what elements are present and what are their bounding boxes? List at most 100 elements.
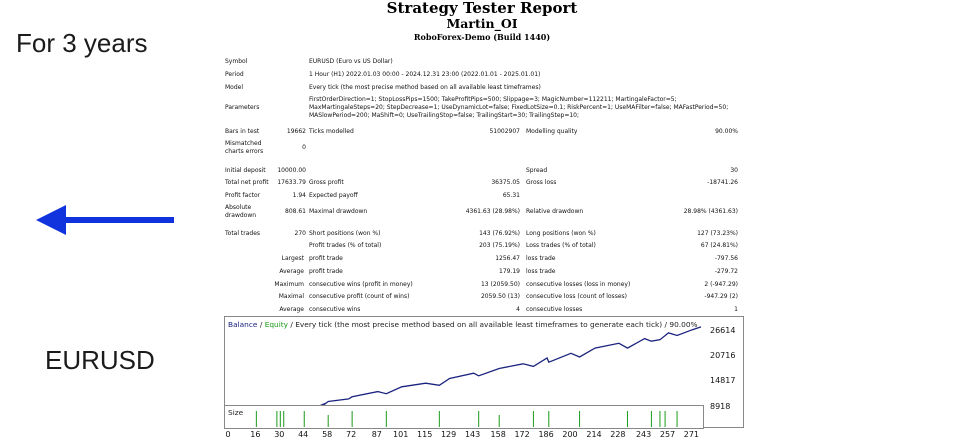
x-tick-label: 58 xyxy=(322,430,333,439)
report-header: Strategy Tester Report Martin_OI RoboFor… xyxy=(222,0,742,43)
relative-drawdown-value: 28.98% (4361.63) xyxy=(683,208,738,215)
x-tick-label: 243 xyxy=(635,430,652,439)
deposit-value: 10000.00 xyxy=(277,167,306,174)
short-positions-label: Short positions (won %) xyxy=(309,230,381,237)
size-chart-plot xyxy=(255,411,678,427)
x-tick-label: 214 xyxy=(586,430,602,439)
mismatch-value: 0 xyxy=(302,144,306,151)
loss-trades-value: 67 (24.81%) xyxy=(700,242,738,249)
symbol-label: Symbol xyxy=(225,58,248,65)
total-trades-value: 270 xyxy=(294,230,306,237)
max-consecutive-wins-label: consecutive wins (profit in money) xyxy=(309,281,413,288)
largest-label: Largest xyxy=(281,255,304,262)
maximal-consecutive-loss-value: -947.29 (2) xyxy=(704,293,738,300)
model-value: Every tick (the most precise method base… xyxy=(309,84,541,91)
gross-profit-value: 36375.05 xyxy=(491,179,520,186)
expected-payoff-value: 65.31 xyxy=(502,192,520,199)
largest-loss-value: -797.56 xyxy=(714,255,738,262)
spread-label: Spread xyxy=(526,167,548,174)
ticks-label: Ticks modelled xyxy=(309,128,354,135)
profit-factor-value: 1.94 xyxy=(292,192,306,199)
relative-drawdown-label: Relative drawdown xyxy=(526,208,584,215)
y-tick-label: 14817 xyxy=(710,376,736,385)
maximum-label: Maximum xyxy=(274,281,304,288)
maximal-drawdown-label: Maximal drawdown xyxy=(309,208,368,215)
for-3-years-label: For 3 years xyxy=(16,28,148,58)
mismatch-label: charts errors xyxy=(225,148,264,155)
x-tick-label: 115 xyxy=(417,430,433,439)
model-label: Model xyxy=(225,84,244,91)
x-tick-label: 257 xyxy=(659,430,676,439)
long-positions-value: 127 (73.23%) xyxy=(697,230,738,237)
profit-trades-label: Profit trades (% of total) xyxy=(309,242,382,249)
symbol-value: EURUSD (Euro vs US Dollar) xyxy=(309,58,393,65)
x-tick-label: 228 xyxy=(610,430,626,439)
max-consecutive-wins-value: 13 (2059.50) xyxy=(480,281,520,288)
x-tick-label: 143 xyxy=(464,430,481,439)
report-build: RoboForex-Demo (Build 1440) xyxy=(413,32,551,42)
max-consecutive-losses-value: 2 (-947.29) xyxy=(704,281,738,288)
total-trades-label: Total trades xyxy=(225,230,261,237)
net-profit-value: 17633.79 xyxy=(277,179,306,186)
maximal-consecutive-profit-label: consecutive profit (count of wins) xyxy=(309,293,410,300)
maximal-consecutive-profit-value: 2059.50 (13) xyxy=(480,293,520,300)
y-tick-label: 20716 xyxy=(710,351,736,360)
short-positions-value: 143 (76.92%) xyxy=(479,230,520,237)
quality-label: Modelling quality xyxy=(526,128,578,135)
gross-profit-label: Gross profit xyxy=(309,179,344,186)
bars-value: 19662 xyxy=(286,128,306,135)
profit-trades-value: 203 (75.19%) xyxy=(479,242,520,249)
average-consecutive-losses-label: consecutive losses xyxy=(526,306,583,313)
gross-loss-value: -18741.26 xyxy=(707,179,738,186)
expected-payoff-label: Expected payoff xyxy=(309,192,358,199)
absolute-drawdown-label: drawdown xyxy=(225,212,257,219)
period-value: 1 Hour (H1) 2022.01.03 00:00 - 2024.12.3… xyxy=(309,71,541,78)
parameters-line: MaxMartingaleSteps=20; StepDecrease=1; U… xyxy=(309,104,729,111)
gross-loss-label: Gross loss xyxy=(526,179,557,186)
largest-loss-label: loss trade xyxy=(526,255,556,262)
max-consecutive-losses-label: consecutive losses (loss in money) xyxy=(526,281,631,288)
maximal-consecutive-loss-label: consecutive loss (count of losses) xyxy=(526,293,627,300)
x-tick-label: 172 xyxy=(514,430,530,439)
profit-factor-label: Profit factor xyxy=(225,192,261,199)
x-tick-label: 129 xyxy=(440,430,457,439)
left-arrow-icon xyxy=(36,205,174,235)
average-label: Average xyxy=(279,268,304,275)
x-tick-label: 72 xyxy=(346,430,357,439)
x-tick-label: 271 xyxy=(683,430,700,439)
x-tick-label: 87 xyxy=(371,430,382,439)
bars-label: Bars in test xyxy=(225,128,260,135)
deposit-label: Initial deposit xyxy=(225,167,266,174)
x-tick-label: 30 xyxy=(274,430,285,439)
report-title: Strategy Tester Report xyxy=(386,0,578,17)
period-label: Period xyxy=(225,71,244,78)
maximal-drawdown-value: 4361.63 (28.98%) xyxy=(465,208,520,215)
average-profit-label: profit trade xyxy=(309,268,343,275)
largest-profit-value: 1256.47 xyxy=(495,255,520,262)
ticks-value: 51002907 xyxy=(489,128,520,135)
average-consecutive-label: Average xyxy=(279,306,304,313)
x-tick-label: 0 xyxy=(225,430,231,439)
y-tick-label: 26614 xyxy=(710,326,736,335)
eurusd-label: EURUSD xyxy=(45,345,155,375)
largest-profit-label: profit trade xyxy=(309,255,343,262)
parameters-line: MASlowPeriod=200; MaShift=0; UseTrailing… xyxy=(309,112,580,119)
x-tick-label: 101 xyxy=(393,430,409,439)
maximal-label: Maximal xyxy=(278,293,304,300)
average-profit-value: 179.19 xyxy=(499,268,520,275)
average-consecutive-wins-label: consecutive wins xyxy=(309,306,361,313)
average-loss-label: loss trade xyxy=(526,268,556,275)
average-consecutive-wins-value: 4 xyxy=(516,306,520,313)
long-positions-label: Long positions (won %) xyxy=(526,230,596,237)
spread-value: 30 xyxy=(730,167,738,174)
size-chart: Size xyxy=(224,405,704,429)
quality-value: 90.00% xyxy=(715,128,738,135)
absolute-drawdown-label: Absolute xyxy=(225,204,252,211)
parameters-label: Parameters xyxy=(225,104,260,111)
x-tick-label: 44 xyxy=(298,430,309,439)
mismatch-label: Mismatched xyxy=(225,140,262,147)
report-subtitle: Martin_OI xyxy=(446,16,518,31)
x-tick-label: 158 xyxy=(490,430,506,439)
x-tick-label: 200 xyxy=(562,430,578,439)
average-loss-value: -279.72 xyxy=(714,268,738,275)
